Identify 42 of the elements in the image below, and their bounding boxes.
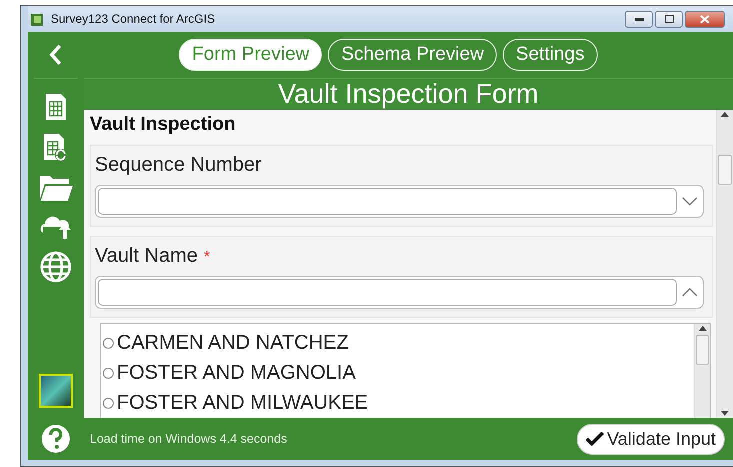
dropdown-field[interactable]	[95, 185, 704, 218]
scrollbar[interactable]	[694, 324, 710, 418]
minimize-icon	[634, 18, 644, 20]
chevron-icon[interactable]	[682, 288, 698, 297]
spreadsheet-icon[interactable]	[45, 93, 67, 121]
question-label: Vault Name	[95, 245, 198, 267]
back-icon[interactable]	[49, 44, 63, 66]
form-title: Vault Inspection Form	[84, 78, 733, 110]
scroll-thumb[interactable]	[696, 335, 709, 365]
close-button[interactable]	[685, 10, 725, 28]
maximize-button[interactable]	[655, 10, 683, 28]
maximize-icon	[664, 15, 674, 23]
avatar-picture[interactable]	[39, 374, 73, 408]
folder-icon[interactable]	[39, 175, 73, 201]
dropdown-field[interactable]	[95, 276, 704, 309]
globe-icon[interactable]	[40, 251, 72, 283]
minimize-button[interactable]	[625, 10, 653, 28]
option-label[interactable]: FOSTER AND MILWAUKEE	[117, 392, 368, 414]
checkmark-icon	[586, 432, 604, 446]
group-title: Vault Inspection	[90, 114, 237, 136]
option-label[interactable]: FOSTER AND MAGNOLIA	[117, 362, 356, 384]
scroll-up-icon[interactable]	[721, 112, 729, 117]
validate-button[interactable]: Validate Input	[577, 424, 725, 454]
scrollbar[interactable]	[716, 110, 733, 418]
window-title: Survey123 Connect for ArcGIS	[51, 12, 216, 26]
spreadsheet-refresh-icon[interactable]	[43, 133, 69, 163]
close-icon	[700, 14, 710, 24]
radio-button[interactable]	[103, 368, 114, 378]
scroll-up-icon[interactable]	[698, 326, 706, 331]
scroll-down-icon[interactable]	[721, 411, 729, 416]
tab[interactable]: Form Preview	[179, 39, 322, 71]
tab[interactable]: Schema Preview	[328, 39, 498, 71]
app-logo-icon	[30, 12, 45, 26]
chevron-icon[interactable]	[682, 197, 698, 206]
radio-button[interactable]	[103, 338, 114, 348]
tab[interactable]: Settings	[503, 39, 598, 71]
radio-button[interactable]	[103, 398, 114, 408]
question-label: Sequence Number	[95, 154, 262, 176]
required-marker: *	[204, 249, 210, 266]
scroll-thumb[interactable]	[718, 155, 732, 185]
option-label[interactable]: CARMEN AND NATCHEZ	[117, 332, 349, 354]
status-message: Load time on Windows 4.4 seconds	[90, 432, 288, 446]
